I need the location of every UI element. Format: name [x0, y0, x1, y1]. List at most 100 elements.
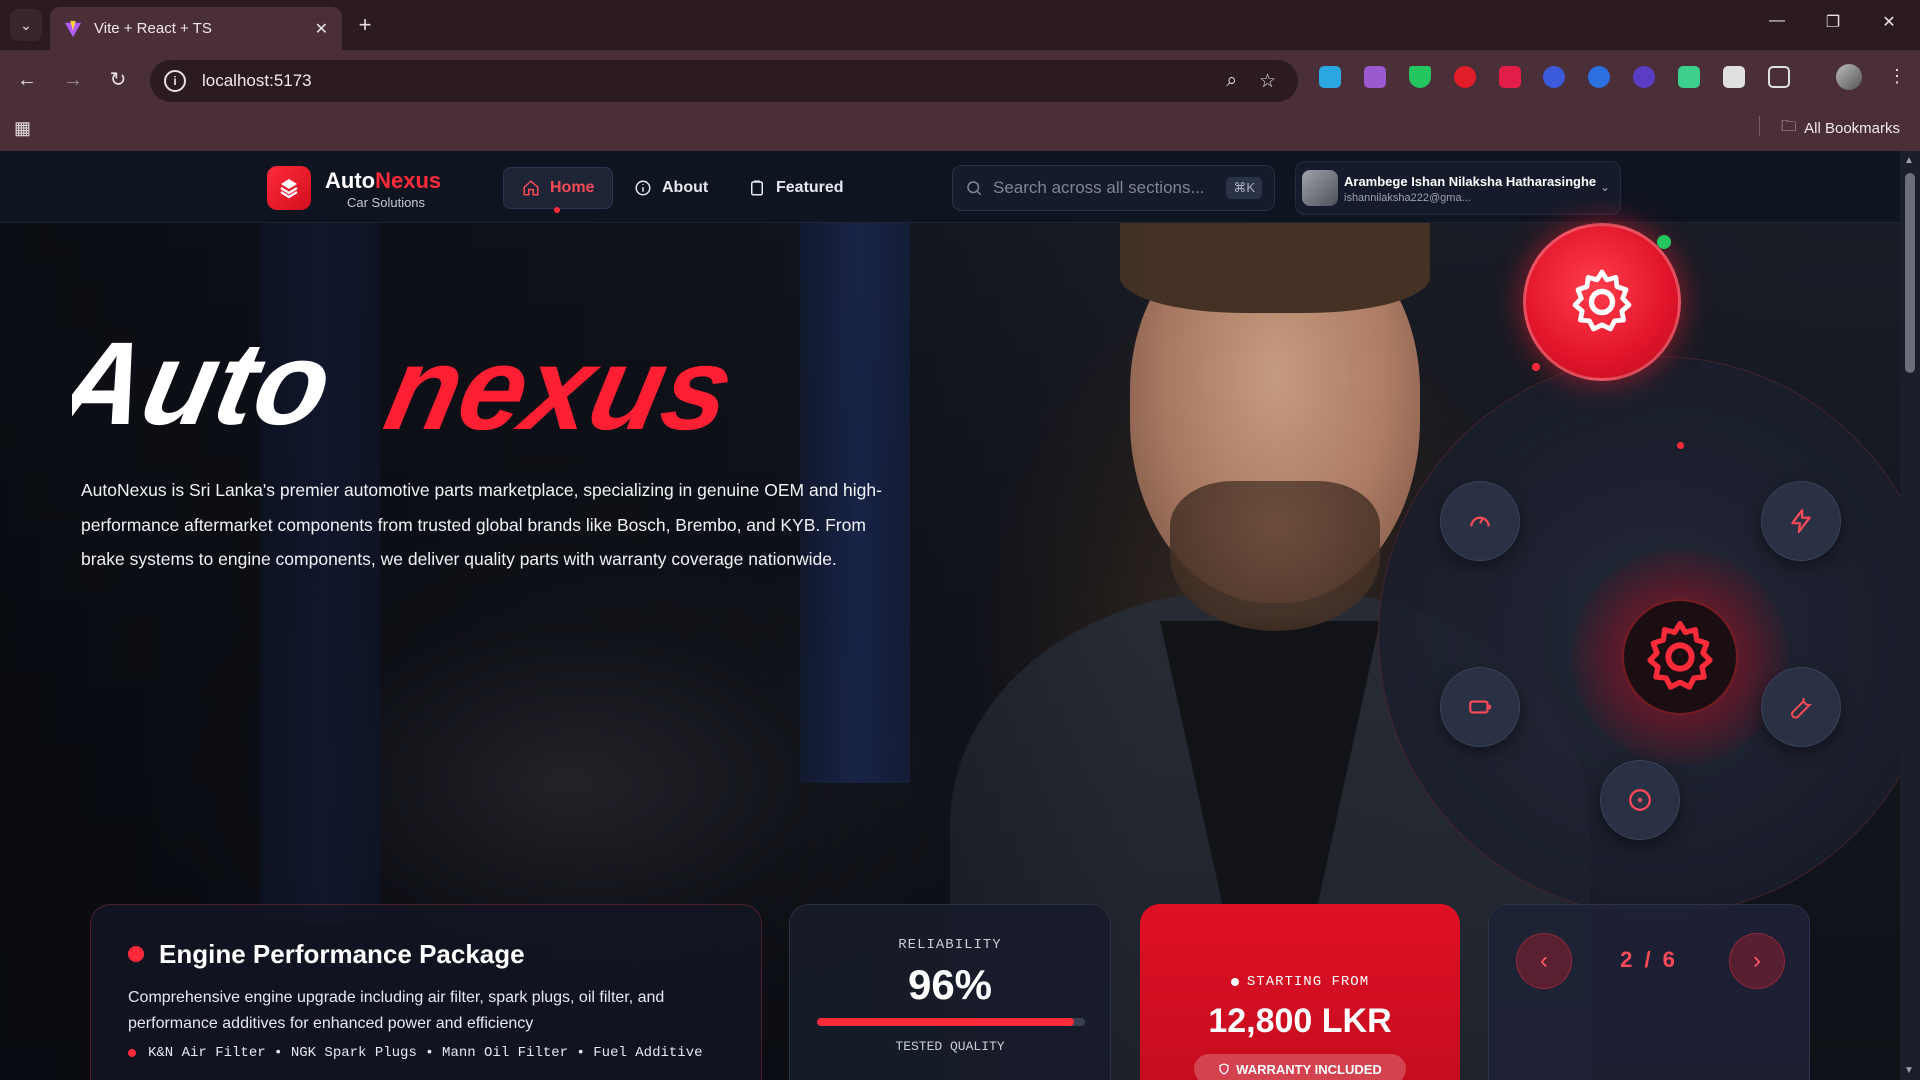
page-viewport: AutoNexus Car Solutions Home About Featu…: [0, 151, 1900, 1080]
reliability-card: RELIABILITY 96% TESTED QUALITY: [789, 904, 1111, 1080]
package-description: Comprehensive engine upgrade including a…: [128, 989, 665, 1032]
extension-icon[interactable]: [1499, 66, 1521, 88]
search-input[interactable]: [993, 178, 1227, 198]
site-info-icon[interactable]: i: [164, 70, 186, 92]
tab-list-button[interactable]: ⌄: [10, 9, 42, 41]
profile-avatar-icon[interactable]: [1836, 64, 1862, 90]
extension-icon[interactable]: [1454, 66, 1476, 88]
reliability-label: RELIABILITY: [898, 937, 1002, 953]
hero-description: AutoNexus is Sri Lanka's premier automot…: [81, 480, 882, 569]
battery-icon: [1469, 700, 1491, 714]
extension-icon[interactable]: [1723, 66, 1745, 88]
restore-button[interactable]: ❐: [1820, 12, 1846, 32]
all-bookmarks-button[interactable]: 🗀 All Bookmarks: [1781, 116, 1900, 141]
orbit-wrench-button[interactable]: [1761, 667, 1841, 747]
extensions-puzzle-icon[interactable]: [1768, 66, 1790, 88]
orbit-battery-button[interactable]: [1440, 667, 1520, 747]
scroll-down-icon[interactable]: ▼: [1904, 1065, 1914, 1076]
minimize-button[interactable]: —: [1764, 12, 1790, 30]
active-indicator: [554, 207, 560, 213]
orbit-target-button[interactable]: [1600, 760, 1680, 840]
reliability-sublabel: TESTED QUALITY: [895, 1039, 1005, 1054]
vite-favicon-icon: [64, 20, 82, 37]
extension-icon[interactable]: [1678, 66, 1700, 88]
orbit-dot: [1532, 363, 1540, 371]
orbit-speedometer-button[interactable]: [1440, 481, 1520, 561]
tab-title: Vite + React + TS: [94, 20, 212, 37]
next-button[interactable]: ›: [1729, 933, 1785, 989]
forward-button[interactable]: →: [58, 65, 88, 95]
bookmark-star-icon[interactable]: ☆: [1259, 70, 1276, 93]
brand-name-nexus: Nexus: [375, 168, 442, 193]
url-text[interactable]: localhost:5173: [202, 71, 1226, 91]
gear-icon: [1572, 269, 1632, 332]
extension-icon[interactable]: [1588, 66, 1610, 88]
extension-shield-icon[interactable]: [1409, 66, 1431, 88]
back-button[interactable]: ←: [12, 65, 42, 95]
reload-button[interactable]: ↻: [103, 65, 133, 95]
price-label-text: STARTING FROM: [1246, 974, 1370, 990]
price-label: STARTING FROM: [1140, 974, 1460, 990]
hero-autonexus-logo: Auto nexus: [72, 329, 744, 449]
search-icon: [967, 181, 982, 196]
user-menu[interactable]: Arambege Ishan Nilaksha Hatharasinghe is…: [1295, 161, 1621, 215]
extension-icon[interactable]: [1633, 66, 1655, 88]
user-name: Arambege Ishan Nilaksha Hatharasinghe: [1344, 174, 1597, 189]
reliability-progress-fill: [817, 1018, 1075, 1026]
reliability-progress: [817, 1018, 1085, 1026]
brand-name-auto: Auto: [325, 168, 376, 193]
nav-link-about[interactable]: About: [616, 167, 726, 209]
user-email: ishannilaksha222@gma...: [1344, 192, 1471, 204]
extension-icon[interactable]: [1319, 66, 1341, 88]
extension-icon[interactable]: [1364, 66, 1386, 88]
apps-grid-icon[interactable]: ▦: [14, 118, 31, 139]
address-bar[interactable]: i localhost:5173 ⌕ ☆: [150, 60, 1298, 102]
warranty-text: WARRANTY INCLUDED: [1236, 1061, 1382, 1077]
package-parts: K&N Air Filter • NGK Spark Plugs • Mann …: [128, 1045, 703, 1061]
zoom-icon[interactable]: ⌕: [1226, 70, 1237, 92]
package-parts-list: K&N Air Filter • NGK Spark Plugs • Mann …: [148, 1045, 703, 1061]
nav-link-label: Home: [550, 179, 595, 196]
browser-toolbar: ← → ↻ i localhost:5173 ⌕ ☆: [0, 50, 1920, 158]
avatar: [1302, 170, 1338, 206]
brand-subtitle: Car Solutions: [347, 195, 426, 210]
price-value: 12,800 LKR: [1208, 1002, 1392, 1040]
featured-gear-button[interactable]: [1523, 223, 1681, 381]
close-icon[interactable]: ✕: [315, 19, 328, 39]
package-title: Engine Performance Package: [159, 939, 525, 969]
price-card[interactable]: STARTING FROM 12,800 LKR WARRANTY INCLUD…: [1140, 904, 1460, 1080]
scroll-up-icon[interactable]: ▲: [1904, 155, 1914, 166]
hero-logo-auto: Auto: [72, 329, 343, 449]
chevron-down-icon: ⌄: [20, 16, 32, 33]
package-card[interactable]: Engine Performance Package Comprehensive…: [90, 904, 762, 1080]
orbit-core[interactable]: [1622, 599, 1738, 715]
browser-menu-icon[interactable]: ⋮: [1886, 66, 1908, 88]
browser-tabbar: ⌄ Vite + React + TS ✕ + — ❐ ✕: [0, 0, 1920, 50]
target-icon: [1629, 789, 1651, 811]
shield-icon: [1219, 1063, 1229, 1075]
extension-icon[interactable]: [1543, 66, 1565, 88]
home-icon: [523, 180, 539, 196]
info-icon: [635, 180, 651, 196]
close-window-button[interactable]: ✕: [1876, 12, 1902, 32]
site-navbar: AutoNexus Car Solutions Home About Featu…: [0, 151, 1900, 223]
gear-icon: [1647, 621, 1713, 690]
nav-link-label: About: [662, 179, 709, 196]
wrench-icon: [1790, 698, 1813, 719]
new-tab-button[interactable]: +: [352, 12, 378, 38]
hero-logo-nexus: nexus: [375, 329, 744, 449]
brand-logo-icon[interactable]: [267, 166, 311, 210]
nav-link-label: Featured: [776, 179, 844, 196]
page-scrollbar[interactable]: ▲ ▼: [1900, 151, 1920, 1080]
scroll-thumb[interactable]: [1905, 173, 1915, 373]
global-search[interactable]: ⌘K: [952, 165, 1275, 211]
orbit-dot: [1677, 442, 1684, 449]
nav-link-featured[interactable]: Featured: [730, 167, 862, 209]
online-status-dot: [1657, 235, 1671, 249]
all-bookmarks-label: All Bookmarks: [1804, 120, 1900, 137]
brand-name[interactable]: AutoNexus: [325, 168, 441, 194]
browser-tab[interactable]: Vite + React + TS ✕: [50, 7, 342, 50]
chevron-right-icon: ›: [1753, 947, 1761, 974]
orbit-lightning-button[interactable]: [1761, 481, 1841, 561]
nav-link-home[interactable]: Home: [503, 167, 614, 209]
